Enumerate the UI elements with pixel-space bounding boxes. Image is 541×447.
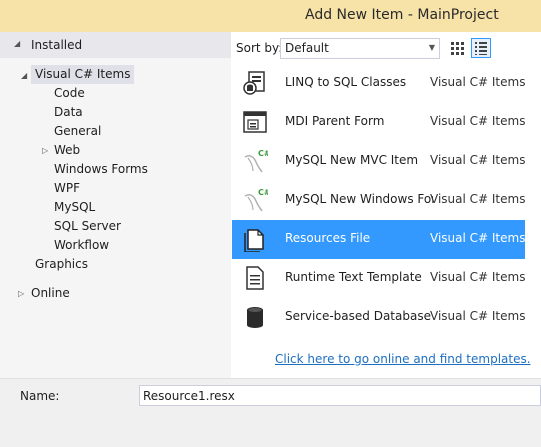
resource-file-icon bbox=[244, 229, 264, 252]
tree-item-mysql[interactable]: MySQL bbox=[54, 198, 95, 217]
sort-by-label: Sort by: bbox=[236, 41, 283, 55]
details-view-button[interactable] bbox=[471, 38, 491, 58]
templates-list: LINQ to SQL Classes Visual C# Items MDI … bbox=[232, 64, 525, 339]
template-category: Visual C# Items bbox=[430, 309, 526, 323]
template-category: Visual C# Items bbox=[430, 75, 526, 89]
title-bar: Add New Item - MainProject bbox=[0, 0, 541, 32]
installed-header[interactable]: ◢ Installed bbox=[0, 32, 231, 58]
tree-item-graphics[interactable]: Graphics bbox=[35, 255, 88, 274]
template-row-resources-file[interactable]: Resources File Visual C# Items bbox=[232, 220, 525, 259]
sort-by-value: Default bbox=[285, 41, 329, 55]
mysql-dolphin-icon: C# bbox=[244, 188, 268, 212]
template-category: Visual C# Items bbox=[430, 270, 526, 284]
template-category: Visual C# Items bbox=[430, 192, 526, 206]
tree-item-windows-forms[interactable]: Windows Forms bbox=[54, 160, 148, 179]
linq-icon bbox=[243, 71, 265, 95]
text-template-icon bbox=[246, 266, 264, 290]
svg-text:C#: C# bbox=[258, 188, 268, 197]
template-category: Visual C# Items bbox=[430, 114, 526, 128]
template-name: LINQ to SQL Classes bbox=[285, 75, 407, 89]
sort-by-dropdown[interactable]: Default ▼ bbox=[280, 38, 440, 59]
template-row-service-based-database[interactable]: Service-based Database Visual C# Items bbox=[232, 298, 525, 337]
window-title: Add New Item - MainProject bbox=[305, 7, 499, 23]
tree-item-web[interactable]: Web bbox=[54, 141, 80, 160]
template-row-mdi-parent-form[interactable]: MDI Parent Form Visual C# Items bbox=[232, 103, 525, 142]
template-name: Service-based Database bbox=[285, 309, 431, 323]
tree-item-sql-server[interactable]: SQL Server bbox=[54, 217, 121, 236]
name-field[interactable] bbox=[139, 385, 541, 406]
template-row-linq-to-sql[interactable]: LINQ to SQL Classes Visual C# Items bbox=[232, 64, 525, 103]
collapse-triangle-icon[interactable]: ◢ bbox=[14, 39, 20, 48]
category-tree: ◢ Installed ◢ Visual C# Items Code Data … bbox=[0, 32, 231, 378]
list-view-icon bbox=[475, 42, 487, 55]
mdi-form-icon bbox=[243, 111, 267, 133]
template-category: Visual C# Items bbox=[430, 153, 526, 167]
svg-text:C#: C# bbox=[258, 149, 268, 158]
mysql-dolphin-icon: C# bbox=[244, 149, 268, 173]
template-row-runtime-text-template[interactable]: Runtime Text Template Visual C# Items bbox=[232, 259, 525, 298]
tree-item-code[interactable]: Code bbox=[54, 84, 85, 103]
template-name: Resources File bbox=[285, 231, 371, 245]
template-name: MDI Parent Form bbox=[285, 114, 385, 128]
installed-label: Installed bbox=[31, 38, 83, 52]
tree-item-wpf[interactable]: WPF bbox=[54, 179, 80, 198]
tree-item-data[interactable]: Data bbox=[54, 103, 83, 122]
expand-arrow-icon[interactable]: ▷ bbox=[42, 146, 48, 155]
medium-icons-view-button[interactable] bbox=[447, 38, 467, 58]
tree-item-general[interactable]: General bbox=[54, 122, 101, 141]
grid-view-icon bbox=[451, 42, 464, 55]
chevron-down-icon: ▼ bbox=[428, 43, 435, 52]
template-name: MySQL New MVC Item bbox=[285, 153, 419, 167]
template-category: Visual C# Items bbox=[430, 231, 526, 245]
find-online-templates-link[interactable]: Click here to go online and find templat… bbox=[275, 352, 531, 366]
tree-item-visual-csharp[interactable]: Visual C# Items bbox=[31, 65, 135, 84]
expanded-arrow-icon[interactable]: ◢ bbox=[21, 71, 27, 80]
tree-item-online[interactable]: Online bbox=[31, 284, 70, 303]
tree-item-workflow[interactable]: Workflow bbox=[54, 236, 109, 255]
template-row-mysql-mvc[interactable]: C# MySQL New MVC Item Visual C# Items bbox=[232, 142, 525, 181]
template-row-mysql-windows-form[interactable]: C# MySQL New Windows For... Visual C# It… bbox=[232, 181, 525, 220]
name-label: Name: bbox=[20, 389, 60, 403]
name-bar: Name: bbox=[0, 378, 541, 447]
database-icon bbox=[247, 307, 263, 328]
expand-arrow-icon[interactable]: ▷ bbox=[18, 289, 24, 298]
template-name: Runtime Text Template bbox=[285, 270, 422, 284]
template-name: MySQL New Windows For... bbox=[285, 192, 433, 206]
